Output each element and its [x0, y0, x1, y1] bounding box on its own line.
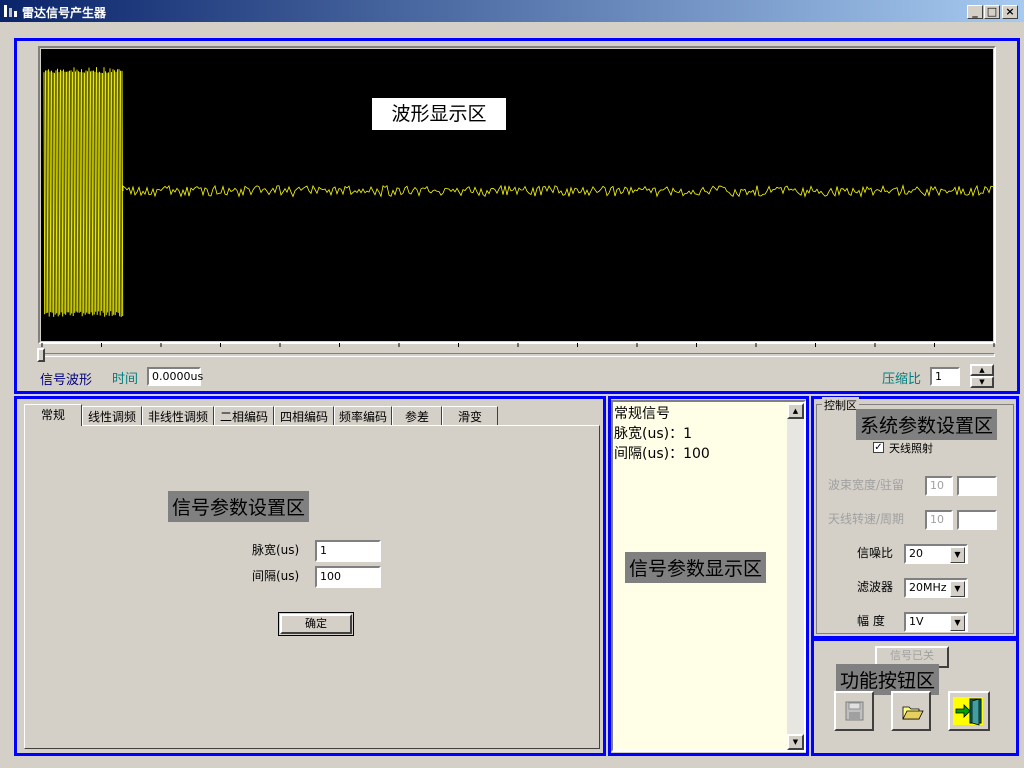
chevron-down-icon[interactable]: ▼ — [950, 581, 965, 597]
spin-down-button[interactable]: ▼ — [970, 376, 994, 388]
filter-select[interactable]: 20MHz ▼ — [904, 578, 968, 598]
floppy-disk-icon — [836, 693, 872, 729]
time-slider-thumb[interactable] — [37, 348, 45, 362]
maximize-icon: □ — [987, 5, 997, 18]
save-button[interactable] — [834, 691, 874, 731]
display-scrollbar[interactable] — [787, 403, 804, 750]
rotation-field[interactable]: 10 — [925, 510, 953, 530]
tab-panel — [24, 425, 600, 749]
slider-ticks — [40, 343, 998, 349]
signal-type-tabs: 常规 线性调频 非线性调频 二相编码 四相编码 频率编码 参差 滑变 — [24, 404, 600, 426]
tab-4[interactable]: 四相编码 — [274, 406, 334, 426]
system-settings-region-label: 系统参数设置区 — [856, 409, 997, 440]
tab-3[interactable]: 二相编码 — [214, 406, 274, 426]
beam-extra-field[interactable] — [957, 476, 997, 496]
confirm-button[interactable]: 确定 — [278, 612, 354, 636]
time-slider-track[interactable] — [40, 353, 995, 357]
amplitude-label: 幅 度 — [857, 612, 885, 629]
pulse-width-input[interactable]: 1 — [315, 540, 381, 562]
tab-6[interactable]: 参差 — [392, 406, 442, 426]
rotation-label: 天线转速/周期 — [828, 510, 904, 527]
snr-select[interactable]: 20 ▼ — [904, 544, 968, 564]
amplitude-value: 1V — [909, 615, 924, 628]
chevron-down-icon[interactable]: ▼ — [950, 615, 965, 631]
snr-label: 信噪比 — [857, 544, 893, 561]
minimize-icon: _ — [972, 5, 978, 18]
antenna-checkbox-label: 天线照射 — [889, 440, 933, 456]
minimize-button[interactable]: _ — [967, 5, 983, 19]
time-label: 时间 — [112, 368, 138, 387]
chevron-down-icon[interactable]: ▼ — [950, 547, 965, 563]
app-icon — [3, 3, 19, 19]
tab-2[interactable]: 非线性调频 — [142, 406, 214, 426]
title-bar[interactable] — [0, 0, 1024, 22]
open-folder-icon — [893, 693, 929, 729]
tab-7[interactable]: 滑变 — [442, 406, 498, 426]
amplitude-select[interactable]: 1V ▼ — [904, 612, 968, 632]
display-line-pulse-width: 脉宽(us)：1 — [614, 424, 710, 444]
confirm-button-face[interactable]: 确定 — [280, 614, 352, 634]
signal-waveform-label: 信号波形 — [40, 369, 92, 388]
maximize-button[interactable]: □ — [984, 5, 1000, 19]
window-title: 雷达信号产生器 — [22, 4, 106, 21]
close-button[interactable]: × — [1002, 5, 1018, 19]
filter-label: 滤波器 — [857, 578, 893, 595]
rotation-extra-field[interactable] — [957, 510, 997, 530]
interval-input[interactable]: 100 — [315, 566, 381, 588]
filter-value: 20MHz — [909, 581, 947, 594]
interval-label: 间隔(us) — [252, 567, 299, 584]
time-field[interactable]: 0.0000us — [147, 367, 201, 386]
signal-settings-region-label: 信号参数设置区 — [168, 491, 309, 522]
check-icon: ✓ — [874, 442, 882, 453]
scroll-up-button[interactable]: ▲ — [787, 403, 804, 419]
spin-up-button[interactable]: ▲ — [970, 364, 994, 376]
display-line-type: 常规信号 — [614, 404, 710, 424]
scroll-down-button[interactable]: ▼ — [787, 734, 804, 750]
snr-value: 20 — [909, 547, 923, 560]
chevron-down-icon: ▼ — [793, 738, 798, 746]
compress-ratio-label: 压缩比 — [882, 368, 921, 387]
display-line-interval: 间隔(us)：100 — [614, 444, 710, 464]
tab-1[interactable]: 线性调频 — [82, 406, 142, 426]
exit-button[interactable] — [948, 691, 990, 731]
control-group-label: 控制区 — [822, 397, 859, 413]
chevron-up-icon: ▲ — [979, 366, 984, 374]
exit-door-icon — [950, 693, 988, 729]
beam-label: 波束宽度/驻留 — [828, 476, 904, 493]
chevron-down-icon: ▼ — [979, 378, 984, 386]
tab-5[interactable]: 频率编码 — [334, 406, 392, 426]
close-icon: × — [1005, 5, 1014, 18]
signal-display-text: 常规信号 脉宽(us)：1 间隔(us)：100 — [614, 404, 710, 464]
chevron-up-icon: ▲ — [793, 407, 798, 415]
waveform-region-label: 波形显示区 — [372, 98, 506, 130]
tab-0[interactable]: 常规 — [24, 404, 82, 426]
open-button[interactable] — [891, 691, 931, 731]
pulse-width-label: 脉宽(us) — [252, 541, 299, 558]
signal-display-region-label: 信号参数显示区 — [625, 552, 766, 583]
compress-ratio-field[interactable]: 1 — [930, 367, 960, 386]
antenna-checkbox[interactable]: ✓ — [873, 442, 884, 453]
waveform-display — [41, 49, 993, 341]
beam-field[interactable]: 10 — [925, 476, 953, 496]
